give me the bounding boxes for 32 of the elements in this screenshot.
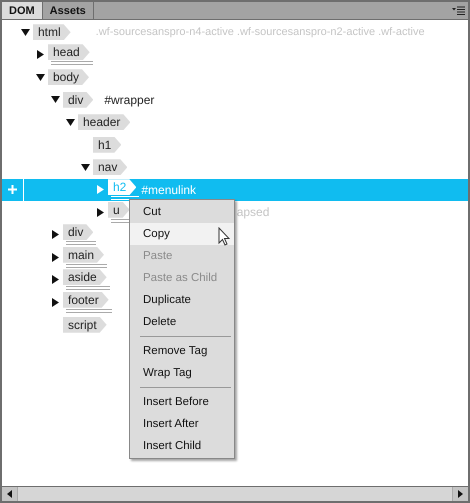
right-arrow-icon [458, 490, 463, 498]
attribute-text: #menulink [141, 182, 196, 197]
menu-item[interactable]: Insert Before [130, 391, 234, 413]
expand-arrow-icon[interactable] [36, 50, 44, 60]
collapse-arrow-icon[interactable] [50, 96, 60, 104]
collapse-arrow-icon[interactable] [36, 74, 44, 81]
scroll-right-button[interactable] [453, 487, 468, 501]
expand-arrow-icon[interactable] [52, 252, 58, 262]
menu-item[interactable]: Duplicate [130, 289, 234, 311]
expand-arrow-icon[interactable] [96, 208, 104, 217]
collapse-arrow-icon[interactable] [80, 164, 90, 171]
menu-item[interactable]: Delete [130, 311, 234, 333]
plus-icon [7, 184, 18, 196]
pointer-icon [218, 227, 230, 246]
expand-arrow-icon[interactable] [52, 230, 58, 240]
expand-arrow-icon[interactable] [52, 275, 58, 284]
collapse-arrow-icon[interactable] [20, 28, 30, 36]
collapse-arrow-icon[interactable] [66, 118, 74, 126]
attribute-text: #wrapper [104, 92, 154, 107]
scroll-left-button[interactable] [2, 487, 17, 501]
left-arrow-icon [7, 490, 12, 498]
menu-icon[interactable] [452, 6, 465, 15]
panel-tab[interactable]: DOM [2, 2, 43, 19]
menu-item[interactable]: Insert Child [130, 435, 234, 457]
menu-item[interactable]: Wrap Tag [130, 362, 234, 384]
menu-item[interactable]: Remove Tag [130, 340, 234, 362]
menu-item[interactable]: Insert After [130, 413, 234, 435]
class-names: .wf-sourcesanspro-n4-active .wf-sourcesanspro-n2-active .wf-active [96, 26, 425, 38]
menu-item[interactable]: Cut [130, 201, 234, 223]
expand-arrow-icon[interactable] [52, 298, 58, 307]
menu-item[interactable]: Copy [130, 223, 234, 245]
attribute-text: apsed [236, 205, 270, 220]
